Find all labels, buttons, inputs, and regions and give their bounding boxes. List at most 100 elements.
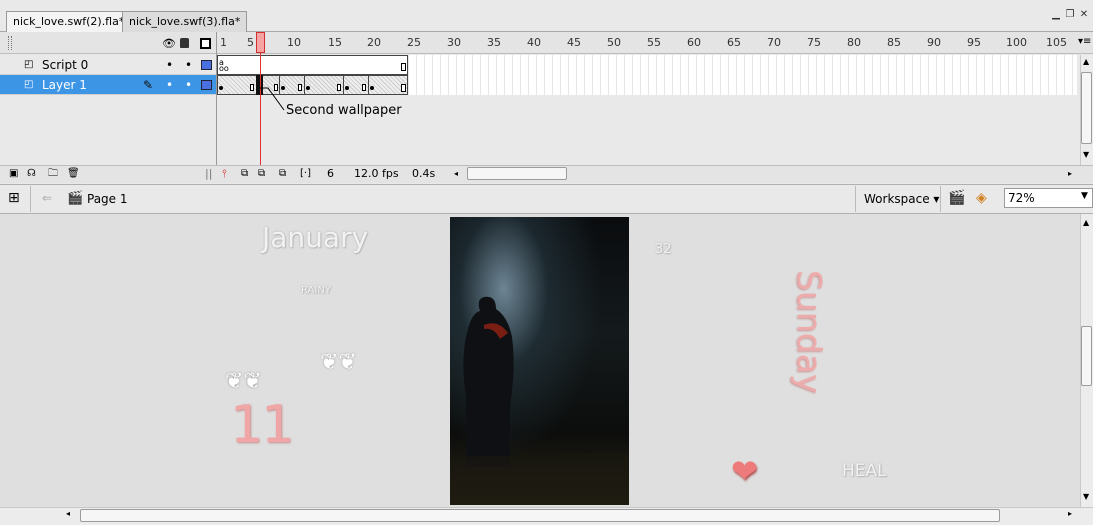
frame-marker <box>250 84 254 91</box>
workspace-label: Workspace <box>864 192 930 206</box>
sparkle-digits-icon: ❦❦ <box>320 350 357 375</box>
end-frame-marker <box>401 84 406 92</box>
scroll-down-icon[interactable]: ▼ <box>1083 492 1089 501</box>
wallpaper-photo[interactable] <box>450 217 629 505</box>
layer-icon: ◰ <box>24 59 34 70</box>
document-tab-2-label: nick_love.swf(3).fla* <box>129 15 241 28</box>
edit-scene-icon[interactable]: 🎬 <box>948 190 965 206</box>
zoom-value: 72% <box>1008 191 1035 205</box>
insert-folder-icon[interactable]: 🗀 <box>48 166 58 182</box>
frame-number: 1 <box>220 36 227 49</box>
edit-symbols-icon[interactable]: ◈ <box>976 190 987 206</box>
layer-row-layer-1[interactable]: ◰ Layer 1 ✎ • • <box>0 75 216 95</box>
panel-gripper-icon[interactable] <box>8 36 12 50</box>
timeline-toggle-icon[interactable]: ⊞ <box>8 190 20 206</box>
keyframe-dot <box>219 86 223 90</box>
frame-number: 105 <box>1046 36 1067 49</box>
frame-number: 85 <box>887 36 901 49</box>
document-tab-1-label: nick_love.swf(2).fla* <box>13 15 125 28</box>
restore-icon[interactable]: ❐ <box>1064 9 1076 21</box>
frame-number: 15 <box>328 36 342 49</box>
document-tab-2[interactable]: nick_love.swf(3).fla* <box>122 11 248 32</box>
outline-color-swatch[interactable] <box>201 80 212 90</box>
toolbar-separator: || <box>205 167 213 180</box>
scroll-left-icon[interactable]: ◂ <box>454 166 458 182</box>
keyframe-span-layer[interactable] <box>217 75 408 95</box>
frame-number: 90 <box>927 36 941 49</box>
center-frame-icon[interactable]: ⫯ <box>222 166 227 182</box>
heal-text: HEAL <box>842 461 887 481</box>
add-motion-guide-icon[interactable]: ☊ <box>27 166 36 182</box>
scroll-up-icon[interactable]: ▲ <box>1083 218 1089 227</box>
frame-divider <box>368 75 369 95</box>
visibility-dot[interactable]: • <box>166 75 173 95</box>
chevron-down-icon: ▼ <box>1081 191 1088 201</box>
month-text: January <box>262 221 369 254</box>
keyframe-span-script[interactable] <box>217 55 408 75</box>
scene-name[interactable]: Page 1 <box>87 192 128 206</box>
edit-multiple-frames-icon[interactable]: ⧉ <box>279 166 286 182</box>
outline-color-swatch[interactable] <box>201 60 212 70</box>
frame-number: 50 <box>607 36 621 49</box>
frame-number: 25 <box>407 36 421 49</box>
frame-marker <box>337 84 341 91</box>
frame-number: 10 <box>287 36 301 49</box>
frame-divider <box>343 75 344 95</box>
outline-all-icon[interactable] <box>200 38 211 49</box>
keyframe-dot <box>345 86 349 90</box>
action-marker: a oo <box>219 58 229 73</box>
stage-hscroll-thumb[interactable] <box>80 509 1000 522</box>
frame-number: 40 <box>527 36 541 49</box>
end-frame-marker <box>401 63 406 71</box>
separator <box>855 186 856 212</box>
temperature-text: 32 <box>655 242 672 257</box>
sparkle-digits-icon: ❦❦ <box>225 369 262 394</box>
close-icon[interactable]: ✕ <box>1078 9 1090 21</box>
frame-number: 55 <box>647 36 661 49</box>
scroll-down-icon[interactable]: ▼ <box>1083 150 1089 159</box>
heart-icon: ❤ <box>731 452 758 490</box>
separator <box>940 186 941 212</box>
playhead-handle[interactable] <box>256 32 265 53</box>
onion-skin-icon[interactable]: ⧉ <box>241 166 248 182</box>
lock-dot[interactable]: • <box>185 55 192 75</box>
layer-row-script[interactable]: ◰ Script 0 • • <box>0 55 216 75</box>
scroll-right-icon[interactable]: ▸ <box>1068 509 1072 518</box>
visibility-dot[interactable]: • <box>166 55 173 75</box>
lock-dot[interactable]: • <box>185 75 192 95</box>
frame-number: 70 <box>767 36 781 49</box>
separator <box>30 186 31 212</box>
current-frame: 6 <box>327 167 334 180</box>
layer-name: Script 0 <box>42 58 89 72</box>
zoom-select[interactable]: 72% ▼ <box>1004 188 1093 208</box>
scroll-up-icon[interactable]: ▲ <box>1083 57 1089 66</box>
timeline-vscroll-thumb[interactable] <box>1081 72 1092 144</box>
weather-text: RAINY <box>301 285 331 296</box>
document-tab-1[interactable]: nick_love.swf(2).fla* <box>6 11 132 33</box>
show-hide-all-icon[interactable]: 👁 <box>162 37 176 50</box>
keyframe-dot <box>306 86 310 90</box>
frame-marker <box>298 84 302 91</box>
scroll-right-icon[interactable]: ▸ <box>1068 166 1072 182</box>
onion-skin-outlines-icon[interactable]: ⧉ <box>258 166 265 182</box>
workspace-menu[interactable]: Workspace ▾ <box>864 192 939 206</box>
stage-vscroll-thumb[interactable] <box>1081 326 1092 386</box>
keyframe-dot <box>370 86 374 90</box>
frame-number: 30 <box>447 36 461 49</box>
date-text: 11 <box>230 395 294 455</box>
delete-layer-icon[interactable]: 🗑 <box>67 166 80 182</box>
timeline-menu-icon[interactable]: ▾≡ <box>1078 36 1091 47</box>
lock-all-icon[interactable] <box>180 38 189 48</box>
layer-name: Layer 1 <box>42 78 87 92</box>
frame-rate: 12.0 fps <box>354 167 399 180</box>
modify-onion-markers-icon[interactable]: [·] <box>300 166 311 182</box>
minimize-icon[interactable]: ▁ <box>1050 9 1062 21</box>
layer-icon: ◰ <box>24 79 34 90</box>
scroll-left-icon[interactable]: ◂ <box>66 509 70 518</box>
frame-number: 80 <box>847 36 861 49</box>
insert-layer-icon[interactable]: ▣ <box>9 166 18 182</box>
timeline-hscroll-thumb[interactable] <box>467 167 567 180</box>
back-arrow-icon[interactable]: ⇐ <box>42 191 52 205</box>
frame-number: 60 <box>687 36 701 49</box>
annotation-label: Second wallpaper <box>286 103 402 118</box>
